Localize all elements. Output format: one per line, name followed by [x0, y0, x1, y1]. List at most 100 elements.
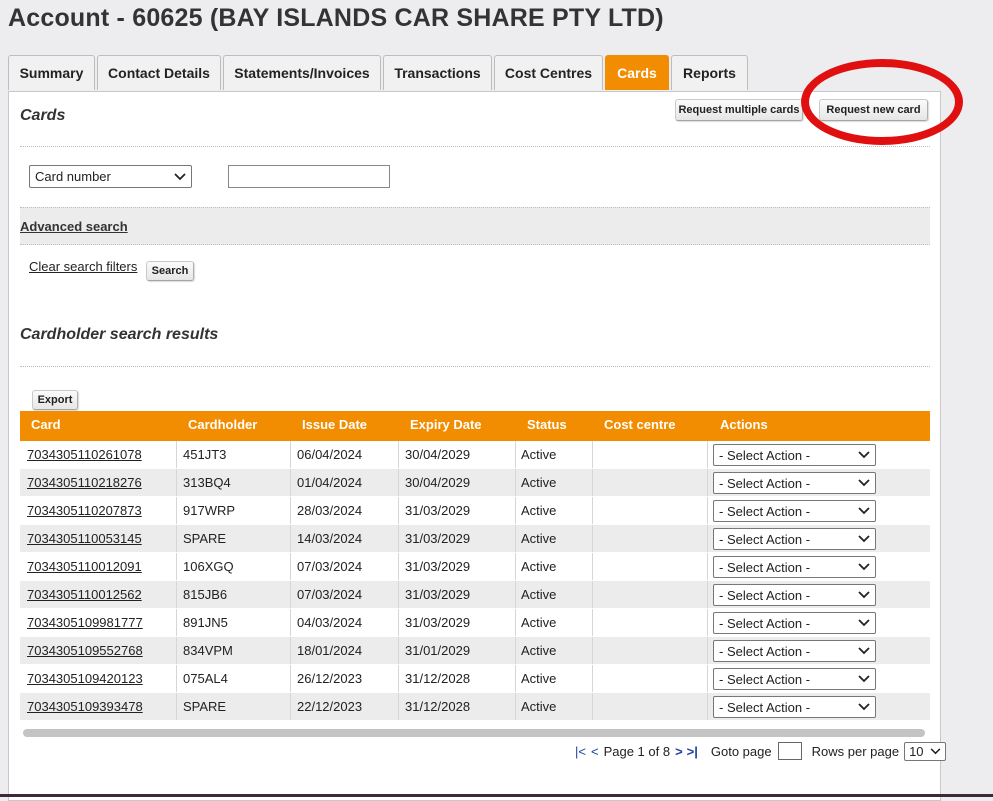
- card-number-link[interactable]: 7034305110261078: [27, 441, 142, 468]
- cardholder-cell: 834VPM: [183, 643, 233, 658]
- table-row: 7034305110012562 815JB6 07/03/2024 31/03/20…: [20, 581, 930, 609]
- search-button[interactable]: Search: [146, 261, 194, 281]
- goto-page-input[interactable]: [777, 742, 802, 760]
- column-separator: [290, 525, 291, 552]
- first-page-link[interactable]: |<: [575, 744, 586, 759]
- column-header-expiry-date[interactable]: Expiry Date: [410, 411, 482, 441]
- card-number-link[interactable]: 7034305110012091: [27, 553, 142, 580]
- column-header-cost-centre[interactable]: Cost centre: [604, 411, 676, 441]
- tab-summary[interactable]: Summary: [8, 55, 95, 90]
- cardholder-cell: 917WRP: [183, 503, 236, 518]
- next-page-link[interactable]: >: [675, 744, 683, 759]
- clear-search-filters-link[interactable]: Clear search filters: [29, 259, 137, 274]
- search-input[interactable]: [228, 165, 390, 188]
- prev-page-link[interactable]: <: [591, 744, 599, 759]
- last-page-link[interactable]: >|: [687, 744, 698, 759]
- card-number-link[interactable]: 7034305110218276: [27, 469, 142, 496]
- cardholder-cell: SPARE: [183, 531, 227, 546]
- status-cell: Active: [521, 643, 557, 658]
- row-action-select[interactable]: - Select Action -: [713, 696, 876, 718]
- card-number-link[interactable]: 7034305110012562: [27, 581, 142, 608]
- export-button[interactable]: Export: [32, 390, 78, 410]
- tab-statements-invoices[interactable]: Statements/Invoices: [223, 55, 381, 90]
- column-separator: [515, 553, 516, 580]
- row-action-select[interactable]: - Select Action -: [713, 612, 876, 634]
- chevron-down-icon: [930, 747, 941, 754]
- row-action-select[interactable]: - Select Action -: [713, 528, 876, 550]
- row-action-select[interactable]: - Select Action -: [713, 500, 876, 522]
- search-field-select[interactable]: Card number: [29, 165, 192, 188]
- column-separator: [707, 525, 708, 552]
- column-header-card[interactable]: Card: [31, 411, 61, 441]
- row-action-select[interactable]: - Select Action -: [713, 556, 876, 578]
- status-cell: Active: [521, 531, 557, 546]
- request-multiple-cards-button[interactable]: Request multiple cards: [675, 99, 803, 121]
- column-separator: [398, 497, 399, 524]
- rows-per-page-select[interactable]: 10: [904, 741, 947, 761]
- expiry-date-cell: 31/03/2029: [405, 587, 471, 602]
- chevron-down-icon: [174, 172, 186, 180]
- issue-date-cell: 14/03/2024: [297, 531, 363, 546]
- column-separator: [515, 469, 516, 496]
- card-number-link[interactable]: 7034305109552768: [27, 637, 143, 664]
- column-separator: [592, 497, 593, 524]
- tab-transactions[interactable]: Transactions: [383, 55, 492, 90]
- status-cell: Active: [521, 503, 557, 518]
- table-row: 7034305109393478 SPARE 22/12/2023 31/12/202…: [20, 693, 930, 721]
- column-header-status[interactable]: Status: [527, 411, 567, 441]
- horizontal-scrollbar[interactable]: [23, 729, 925, 737]
- chevron-down-icon: [858, 563, 870, 571]
- advanced-search-link[interactable]: Advanced search: [20, 219, 128, 234]
- column-separator: [176, 469, 177, 496]
- row-action-select[interactable]: - Select Action -: [713, 584, 876, 606]
- card-number-link[interactable]: 7034305109420123: [27, 665, 143, 692]
- expiry-date-cell: 31/03/2029: [405, 559, 471, 574]
- table-row: 7034305109420123 075AL4 26/12/2023 31/12/20…: [20, 665, 930, 693]
- request-new-card-button[interactable]: Request new card: [819, 99, 928, 121]
- column-header-cardholder[interactable]: Cardholder: [188, 411, 257, 441]
- column-separator: [290, 553, 291, 580]
- chevron-down-icon: [858, 647, 870, 655]
- column-separator: [707, 553, 708, 580]
- tab-reports[interactable]: Reports: [671, 55, 748, 90]
- issue-date-cell: 18/01/2024: [297, 643, 363, 658]
- card-number-link[interactable]: 7034305109981777: [27, 609, 143, 636]
- issue-date-cell: 07/03/2024: [297, 559, 363, 574]
- issue-date-cell: 22/12/2023: [297, 699, 363, 714]
- row-action-select-value: - Select Action -: [719, 587, 811, 603]
- issue-date-cell: 01/04/2024: [297, 475, 363, 490]
- row-action-select[interactable]: - Select Action -: [713, 472, 876, 494]
- row-action-select[interactable]: - Select Action -: [713, 668, 876, 690]
- row-action-select[interactable]: - Select Action -: [713, 444, 876, 466]
- chevron-down-icon: [858, 703, 870, 711]
- column-separator: [290, 665, 291, 692]
- tab-cost-centres[interactable]: Cost Centres: [494, 55, 603, 90]
- table-row: 7034305109552768 834VPM 18/01/2024 31/01/20…: [20, 637, 930, 665]
- status-cell: Active: [521, 671, 557, 686]
- column-separator: [290, 609, 291, 636]
- column-separator: [592, 609, 593, 636]
- status-cell: Active: [521, 615, 557, 630]
- tab-cards[interactable]: Cards: [605, 55, 669, 90]
- cardholder-cell: 313BQ4: [183, 475, 231, 490]
- search-field-select-value: Card number: [35, 169, 111, 184]
- card-number-link[interactable]: 7034305109393478: [27, 693, 143, 720]
- card-number-link[interactable]: 7034305110207873: [27, 497, 142, 524]
- status-cell: Active: [521, 475, 557, 490]
- tab-contact-details[interactable]: Contact Details: [97, 55, 221, 90]
- pagination: |< < Page 1 of 8 > >| Goto page Rows per…: [574, 740, 947, 762]
- page-title: Account - 60625 (BAY ISLANDS CAR SHARE P…: [8, 4, 664, 32]
- column-separator: [592, 441, 593, 468]
- rows-per-page-label: Rows per page: [811, 743, 900, 759]
- expiry-date-cell: 31/12/2028: [405, 699, 471, 714]
- column-separator: [707, 665, 708, 692]
- column-separator: [707, 693, 708, 720]
- column-separator: [176, 637, 177, 664]
- card-number-link[interactable]: 7034305110053145: [27, 525, 142, 552]
- column-header-issue-date[interactable]: Issue Date: [302, 411, 367, 441]
- column-separator: [176, 693, 177, 720]
- issue-date-cell: 06/04/2024: [297, 447, 363, 462]
- column-separator: [398, 581, 399, 608]
- row-action-select[interactable]: - Select Action -: [713, 640, 876, 662]
- column-separator: [290, 637, 291, 664]
